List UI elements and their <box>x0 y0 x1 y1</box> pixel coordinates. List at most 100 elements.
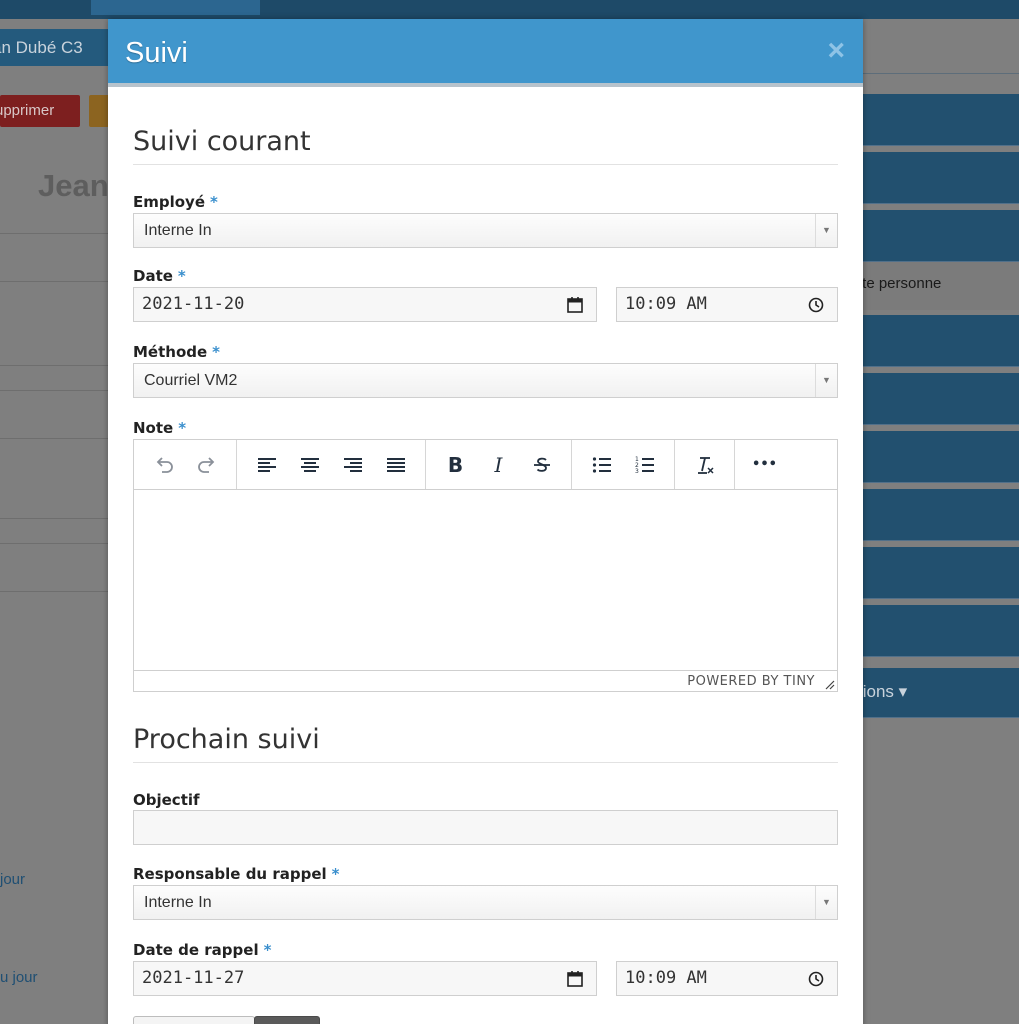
reminder-time-input[interactable]: 10:09 AM <box>616 961 838 996</box>
background-menu-bar <box>863 152 1019 204</box>
align-right-icon[interactable] <box>331 441 374 489</box>
background-menu-bar <box>863 315 1019 367</box>
reminder-date-input[interactable]: 2021-11-27 <box>133 961 597 996</box>
required-marker: * <box>178 419 187 437</box>
align-left-icon[interactable] <box>245 441 288 489</box>
more-group: ••• <box>735 440 794 489</box>
chevron-down-icon: ▼ <box>815 214 837 247</box>
required-marker: * <box>177 267 186 285</box>
method-label-text: Méthode <box>133 343 208 361</box>
time-input[interactable]: 10:09 AM <box>616 287 838 322</box>
strikethrough-icon[interactable] <box>520 441 563 489</box>
background-menu-bar <box>863 605 1019 657</box>
background-menu-text-label: tte personne <box>863 275 942 292</box>
clock-icon[interactable] <box>807 970 825 988</box>
objective-label: Objectif <box>133 791 200 809</box>
background-divider <box>863 73 1019 74</box>
method-select[interactable]: Courriel VM2 ▼ <box>133 363 838 398</box>
responsible-select[interactable]: Interne In ▼ <box>133 885 838 920</box>
background-menu-bar <box>863 489 1019 541</box>
required-marker: * <box>210 193 218 211</box>
required-marker: * <box>212 343 221 361</box>
required-marker: * <box>331 865 340 883</box>
responsible-label-text: Responsable du rappel <box>133 865 327 883</box>
background-menu-bar <box>863 431 1019 483</box>
method-value: Courriel VM2 <box>144 372 238 389</box>
editor-toolbar: B I 123 ••• <box>134 440 837 490</box>
align-center-icon[interactable] <box>288 441 331 489</box>
next-section-title: Prochain suivi <box>133 724 320 755</box>
modal-title: Suivi <box>125 37 188 69</box>
list-group: 123 <box>572 440 675 489</box>
background-delete-button: upprimer <box>0 95 80 127</box>
employee-label: Employé * <box>133 193 218 211</box>
employee-select[interactable]: Interne In ▼ <box>133 213 838 248</box>
note-label: Note * <box>133 419 186 437</box>
undo-icon[interactable] <box>142 441 185 489</box>
background-row-divider <box>0 591 108 592</box>
reminder-date-label-text: Date de rappel <box>133 941 259 959</box>
powered-by-link[interactable]: POWERED BY TINY <box>687 674 815 689</box>
current-section-title: Suivi courant <box>133 126 311 157</box>
background-row-divider <box>0 543 108 544</box>
editor-statusbar: POWERED BY TINY <box>134 670 837 692</box>
employee-value: Interne In <box>144 222 212 239</box>
background-link: u jour <box>0 969 38 986</box>
reminder-date-value: 2021-11-27 <box>142 968 245 988</box>
follow-up-modal: Suivi × Suivi courant Employé * Interne I… <box>108 19 863 1024</box>
close-icon[interactable]: × <box>827 33 845 69</box>
date-input[interactable]: 2021-11-20 <box>133 287 597 322</box>
toggle-option-left[interactable] <box>133 1016 255 1024</box>
responsible-label: Responsable du rappel * <box>133 865 340 883</box>
calendar-icon[interactable] <box>566 296 584 314</box>
more-icon[interactable]: ••• <box>743 441 786 489</box>
clear-formatting-icon[interactable] <box>683 441 726 489</box>
align-justify-icon[interactable] <box>374 441 417 489</box>
reminder-date-label: Date de rappel * <box>133 941 271 959</box>
note-editor: B I 123 ••• POWERED BY TINY <box>133 439 838 692</box>
calendar-icon[interactable] <box>566 970 584 988</box>
alignment-group <box>237 440 426 489</box>
date-label-text: Date <box>133 267 173 285</box>
background-menu-bar <box>863 94 1019 146</box>
background-person-tab: an Dubé C3 <box>0 29 110 66</box>
background-menu-bar <box>863 547 1019 599</box>
redo-icon[interactable] <box>185 441 228 489</box>
modal-header: Suivi × <box>108 19 863 87</box>
note-label-text: Note <box>133 419 174 437</box>
background-active-tab <box>91 0 260 15</box>
bold-icon[interactable]: B <box>434 441 477 489</box>
date-value: 2021-11-20 <box>142 294 245 314</box>
background-heading: Jean <box>38 168 108 203</box>
chevron-down-icon: ▼ <box>815 886 837 919</box>
toggle-option-right[interactable] <box>254 1016 320 1024</box>
background-menu-bar <box>863 373 1019 425</box>
background-person-tab-label: an Dubé C3 <box>0 38 83 57</box>
reminder-time-value: 10:09 AM <box>625 968 707 988</box>
background-actions-label: tions ▾ <box>863 682 908 701</box>
background-link: jour <box>0 871 26 888</box>
background-menu-text: tte personne <box>863 262 1019 310</box>
objective-input[interactable] <box>133 810 838 845</box>
method-label: Méthode * <box>133 343 220 361</box>
clear-format-group <box>675 440 735 489</box>
italic-icon[interactable]: I <box>477 441 520 489</box>
clock-icon[interactable] <box>807 296 825 314</box>
note-edit-area[interactable] <box>134 490 837 670</box>
background-row-divider <box>0 281 108 282</box>
section-divider <box>133 762 838 763</box>
responsible-value: Interne In <box>144 894 212 911</box>
background-row-divider <box>0 438 108 439</box>
background-actions-menu: tions ▾ <box>863 668 1019 718</box>
background-delete-label: upprimer <box>0 102 55 119</box>
numbered-list-icon[interactable]: 123 <box>623 441 666 489</box>
date-label: Date * <box>133 267 186 285</box>
background-row-divider <box>0 518 108 519</box>
background-row-divider <box>0 233 108 234</box>
svg-text:3: 3 <box>635 468 639 475</box>
employee-label-text: Employé <box>133 193 206 211</box>
section-divider <box>133 164 838 165</box>
bullet-list-icon[interactable] <box>580 441 623 489</box>
resize-handle-icon[interactable] <box>823 678 835 690</box>
required-marker: * <box>263 941 272 959</box>
